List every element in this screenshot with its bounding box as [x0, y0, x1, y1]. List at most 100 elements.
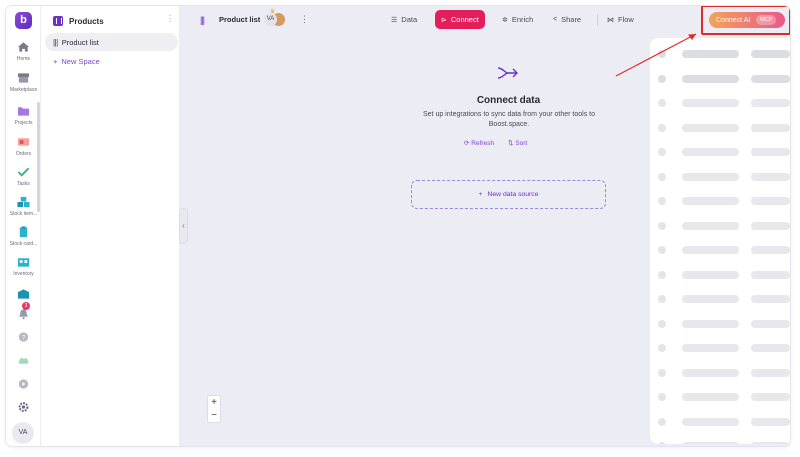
app-logo[interactable]: b — [15, 12, 32, 29]
skeleton-row — [650, 246, 790, 254]
skeleton-placeholder — [751, 74, 790, 83]
tab-label: Enrich — [511, 15, 534, 24]
refresh-button[interactable]: ⟳ Refresh — [464, 139, 494, 147]
space-menu-icon[interactable]: ⋮ — [166, 15, 174, 23]
rail-play[interactable] — [6, 378, 41, 390]
skeleton-placeholder — [658, 197, 666, 205]
more-icon[interactable]: ⋮ — [300, 14, 309, 25]
skeleton-placeholder — [658, 123, 666, 132]
skeleton-placeholder — [751, 221, 790, 230]
skeleton-placeholder — [682, 50, 739, 58]
skeleton-placeholder — [682, 368, 739, 377]
skeleton-row — [650, 417, 790, 426]
skeleton-placeholder — [751, 393, 790, 401]
skeleton-placeholder — [658, 221, 666, 230]
skeleton-placeholder — [682, 442, 739, 444]
tab-flow[interactable]: ⋈ Flow — [601, 10, 640, 29]
rail-settings[interactable] — [6, 401, 41, 413]
space-item-label: Product list — [61, 37, 99, 47]
skeleton-placeholder — [682, 148, 739, 156]
zoom-in-button[interactable]: + — [208, 396, 220, 409]
plus-icon: + — [478, 191, 483, 198]
skeleton-row — [650, 344, 790, 352]
notification-badge: 3 — [22, 302, 30, 310]
check-icon — [17, 167, 30, 177]
zoom-out-button[interactable]: − — [208, 409, 220, 422]
help-icon: ? — [18, 332, 29, 342]
flow-icon: ⋈ — [607, 16, 614, 24]
skeleton-row — [650, 393, 790, 401]
rail-item-orders[interactable]: Orders — [6, 136, 41, 157]
space-item-product-list[interactable]: ||| Product list — [45, 33, 178, 51]
skeleton-placeholder — [751, 246, 790, 254]
skeleton-placeholder — [751, 319, 790, 328]
inventory-icon — [17, 258, 30, 267]
skeleton-row — [650, 50, 790, 58]
skeleton-placeholder — [682, 295, 739, 303]
tab-share[interactable]: < Share — [547, 10, 587, 29]
user-avatar[interactable]: VA — [12, 422, 34, 444]
skeleton-row — [650, 221, 790, 230]
page-title: Product list — [219, 15, 261, 24]
skeleton-placeholder — [751, 442, 790, 444]
skeleton-row — [650, 295, 790, 303]
skeleton-placeholder — [751, 172, 790, 181]
skeleton-placeholder — [751, 50, 790, 58]
rail-item-tasks[interactable]: Tasks — [6, 166, 41, 187]
empty-state-actions: ⟳ Refresh ⇅ Sort — [464, 139, 527, 147]
rail-label: Inventory — [13, 271, 34, 277]
connect-icon: ⊳ — [441, 16, 447, 24]
rail-item-stock-cards[interactable]: Stock card... — [6, 226, 41, 247]
cubes-icon — [17, 196, 30, 208]
new-space-button[interactable]: + New Space — [53, 57, 100, 66]
tab-enrich[interactable]: ✲ Enrich — [496, 10, 539, 29]
rail-cloud[interactable] — [6, 354, 41, 366]
rail-item-home[interactable]: Home — [6, 41, 41, 62]
gear-icon — [18, 402, 29, 412]
tab-label: Data — [401, 15, 418, 24]
new-data-source-label: New data source — [487, 191, 539, 198]
sort-button[interactable]: ⇅ Sort — [508, 139, 527, 147]
home-icon — [17, 42, 30, 52]
rail-item-warehouse[interactable] — [6, 288, 41, 300]
rail-notifications[interactable] — [6, 308, 41, 320]
database-icon: ☰ — [391, 16, 398, 24]
spaces-panel: Products ⋮ ||| Product list + New Space — [41, 6, 180, 446]
skeleton-row — [650, 197, 790, 205]
plus-icon: + — [53, 57, 58, 66]
bell-icon — [19, 309, 28, 320]
clipboard-icon — [19, 226, 28, 238]
skeleton-row — [650, 319, 790, 328]
collaborators-avatars[interactable]: VA ♛ — [264, 9, 285, 26]
skeleton-placeholder — [658, 50, 666, 58]
skeleton-row — [650, 99, 790, 107]
skeleton-placeholder — [751, 99, 790, 107]
rail-label: Orders — [15, 151, 32, 157]
rail-item-inventory[interactable]: Inventory — [6, 256, 41, 277]
skeleton-placeholder — [751, 368, 790, 377]
skeleton-placeholder — [682, 417, 739, 426]
skeleton-row — [650, 270, 790, 279]
connect-data-icon — [497, 67, 518, 79]
rail-item-marketplace[interactable]: Marketplace — [6, 72, 41, 93]
crown-icon: ♛ — [270, 9, 276, 15]
cloud-check-icon — [18, 358, 29, 364]
rail-item-projects[interactable]: Projects — [6, 105, 41, 126]
skeleton-placeholder — [658, 246, 666, 254]
rail-scrollbar[interactable] — [37, 102, 40, 212]
collapse-panel-button[interactable]: ‹ — [179, 208, 188, 244]
products-icon — [53, 16, 63, 26]
skeleton-row — [650, 148, 790, 156]
marketplace-icon — [17, 73, 30, 83]
skeleton-placeholder — [751, 123, 790, 132]
zoom-controls: + − — [207, 395, 221, 423]
rail-help[interactable]: ? — [6, 331, 41, 343]
tab-data[interactable]: ☰ Data — [385, 10, 423, 29]
skeleton-row — [650, 442, 790, 444]
skeleton-placeholder — [682, 172, 739, 181]
left-rail: b Home Marketplace Projects Orders Tasks… — [6, 6, 41, 446]
new-data-source-button[interactable]: + New data source — [411, 180, 606, 209]
skeleton-placeholder — [658, 148, 666, 156]
tab-connect[interactable]: ⊳ Connect — [435, 10, 485, 29]
rail-item-stock-items[interactable]: Stock item... — [6, 196, 41, 217]
